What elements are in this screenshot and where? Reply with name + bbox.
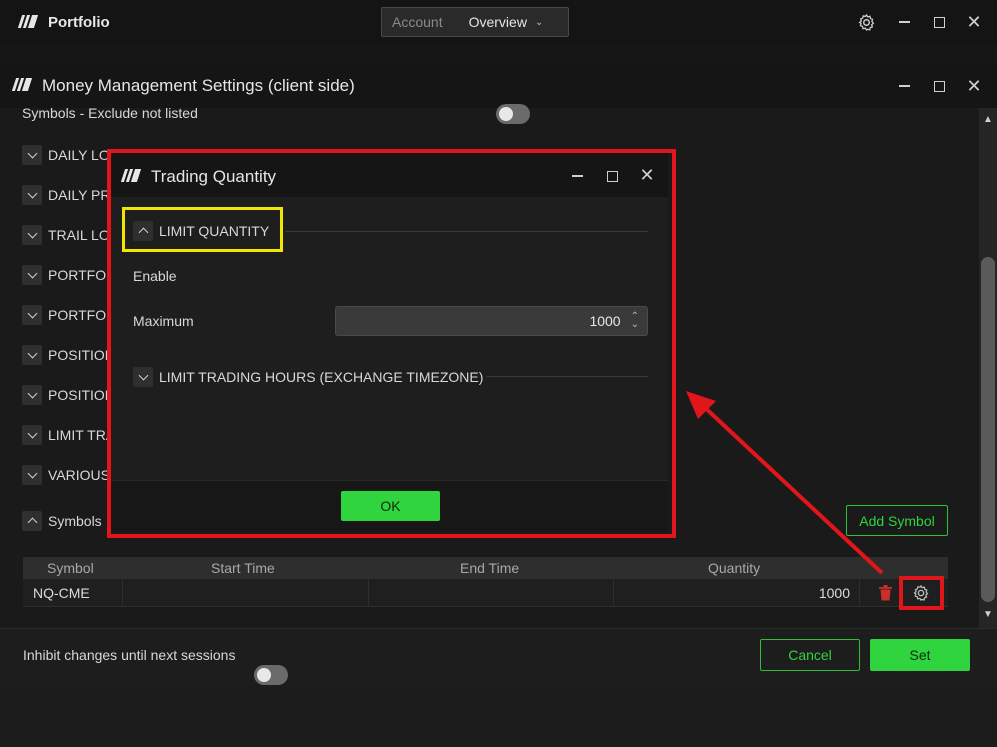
section-label: PORTFOL bbox=[48, 307, 114, 323]
symbols-exclude-toggle[interactable] bbox=[496, 104, 530, 124]
section-label: PORTFOL bbox=[48, 267, 114, 283]
column-header-end-time[interactable]: End Time bbox=[460, 557, 519, 579]
section-label: Symbols bbox=[48, 513, 102, 529]
chevron-down-icon[interactable] bbox=[22, 225, 42, 245]
delete-trash-icon[interactable] bbox=[877, 584, 893, 602]
inhibit-label: Inhibit changes until next sessions bbox=[23, 647, 236, 663]
chevron-down-icon[interactable] bbox=[22, 185, 42, 205]
chevron-down-icon[interactable]: ⌄ bbox=[535, 17, 543, 28]
section-label: TRAIL LO bbox=[48, 227, 110, 243]
scrollbar-thumb[interactable] bbox=[981, 257, 995, 602]
maximize-icon[interactable] bbox=[930, 13, 948, 31]
mm-maximize-icon[interactable] bbox=[930, 77, 948, 95]
set-button[interactable]: Set bbox=[870, 639, 970, 671]
section-label: DAILY PR bbox=[48, 187, 111, 203]
dialog-highlight-frame bbox=[107, 149, 676, 538]
account-option[interactable]: Account bbox=[392, 14, 443, 30]
section-various[interactable]: VARIOUS bbox=[22, 464, 110, 486]
minimize-icon[interactable] bbox=[895, 13, 913, 31]
column-header-start-time[interactable]: Start Time bbox=[211, 557, 275, 579]
section-label: POSITION bbox=[48, 347, 115, 363]
section-position-1[interactable]: POSITION bbox=[22, 344, 115, 366]
cell-symbol: NQ-CME bbox=[33, 584, 90, 601]
section-limit-trading[interactable]: LIMIT TRA bbox=[22, 424, 115, 446]
cancel-button[interactable]: Cancel bbox=[760, 639, 860, 671]
section-label: POSITION bbox=[48, 387, 115, 403]
mm-minimize-icon[interactable] bbox=[895, 77, 913, 95]
section-label: LIMIT TRA bbox=[48, 427, 116, 443]
close-icon[interactable]: ✕ bbox=[964, 12, 984, 32]
chevron-down-icon[interactable] bbox=[22, 145, 42, 165]
inhibit-toggle[interactable] bbox=[254, 665, 288, 685]
section-position-2[interactable]: POSITION bbox=[22, 384, 115, 406]
column-divider bbox=[122, 579, 123, 606]
chevron-down-icon[interactable] bbox=[22, 425, 42, 445]
app-toolbar-strip bbox=[0, 45, 997, 64]
symbols-exclude-label: Symbols - Exclude not listed bbox=[22, 105, 198, 121]
section-portfolio-1[interactable]: PORTFOL bbox=[22, 264, 114, 286]
mm-logo-icon bbox=[11, 78, 33, 91]
column-divider bbox=[613, 579, 614, 606]
column-header-symbol[interactable]: Symbol bbox=[47, 557, 94, 579]
chevron-down-icon[interactable] bbox=[22, 345, 42, 365]
chevron-down-icon[interactable] bbox=[22, 385, 42, 405]
mm-close-icon[interactable]: ✕ bbox=[964, 76, 984, 96]
settings-gear-icon[interactable] bbox=[856, 12, 876, 32]
column-divider bbox=[368, 579, 369, 606]
app-logo-icon bbox=[17, 15, 39, 28]
scroll-down-arrow-icon[interactable]: ▼ bbox=[981, 607, 995, 621]
section-daily-profit[interactable]: DAILY PR bbox=[22, 184, 111, 206]
mm-window-title: Money Management Settings (client side) bbox=[42, 76, 355, 95]
section-label: DAILY LO bbox=[48, 147, 110, 163]
overview-option[interactable]: Overview bbox=[469, 14, 527, 30]
app-title: Portfolio bbox=[48, 14, 110, 31]
section-daily-loss[interactable]: DAILY LO bbox=[22, 144, 110, 166]
view-selector[interactable]: Account Overview ⌄ bbox=[381, 7, 569, 37]
chevron-up-icon[interactable] bbox=[22, 511, 42, 531]
scroll-up-arrow-icon[interactable]: ▲ bbox=[981, 112, 995, 126]
section-trail-loss[interactable]: TRAIL LO bbox=[22, 224, 110, 246]
section-label: VARIOUS bbox=[48, 467, 110, 483]
chevron-down-icon[interactable] bbox=[22, 465, 42, 485]
annotation-arrow bbox=[686, 391, 884, 575]
section-portfolio-2[interactable]: PORTFOL bbox=[22, 304, 114, 326]
row-settings-gear-icon[interactable] bbox=[911, 583, 931, 603]
section-symbols[interactable]: Symbols bbox=[22, 510, 102, 532]
chevron-down-icon[interactable] bbox=[22, 265, 42, 285]
chevron-down-icon[interactable] bbox=[22, 305, 42, 325]
